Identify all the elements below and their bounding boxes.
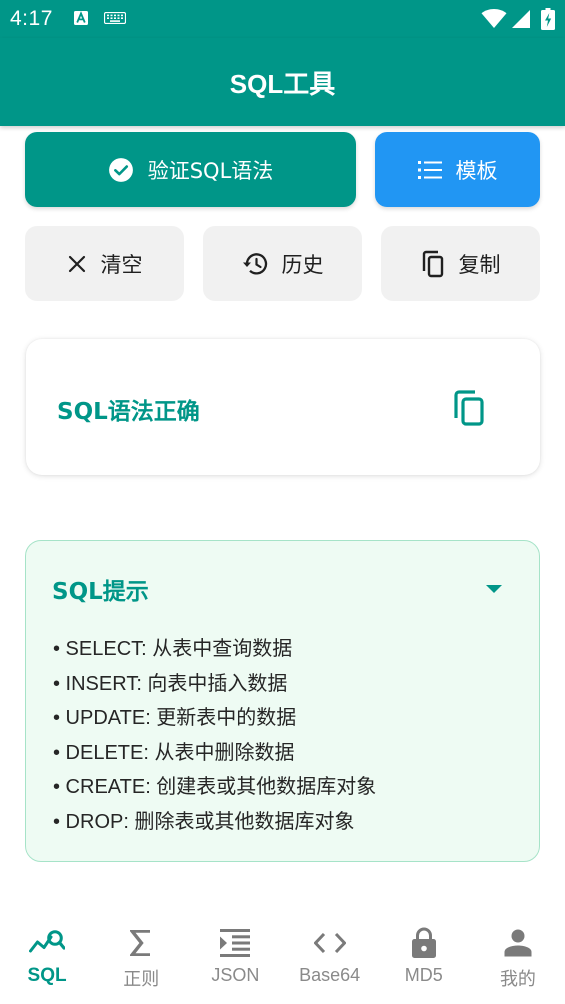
format-indent-icon [220,926,251,960]
tip-item: • DROP: 删除表或其他数据库对象 [53,810,355,833]
notification-a-icon [74,11,88,25]
app-bar: SQL工具 [0,38,565,126]
clear-label: 清空 [100,252,143,277]
copy-label: 复制 [458,252,501,277]
tip-item: • INSERT: 向表中插入数据 [53,672,288,695]
sql-tips-title: SQL提示 [52,579,149,605]
nav-item-profile[interactable]: 我的 [471,910,565,1004]
result-message: SQL语法正确 [57,399,200,425]
nav-label-base64: Base64 [299,965,361,985]
tip-item: • DELETE: 从表中删除数据 [53,741,295,764]
tip-item: • SELECT: 从表中查询数据 [53,638,293,660]
caret-down-icon[interactable] [485,579,503,598]
validate-sql-button[interactable]: 验证SQL语法 [25,132,356,207]
tip-item: • UPDATE: 更新表中的数据 [53,707,297,729]
page-title: SQL工具 [229,68,336,99]
keyboard-icon [104,12,126,24]
copy-icon [421,250,445,278]
tip-item: • CREATE: 创建表或其他数据库对象 [53,776,377,798]
nav-item-sql[interactable]: SQL [0,910,94,1004]
status-time: 4:17 [10,7,53,30]
history-button[interactable]: 历史 [203,226,362,301]
history-icon [242,252,268,276]
check-circle-icon [108,157,134,183]
sql-tips-card: SQL提示 • SELECT: 从表中查询数据 • INSERT: 向表中插入数… [25,540,540,862]
list-icon [417,159,442,181]
result-card: SQL语法正确 [26,339,540,475]
battery-charging-icon [541,8,555,30]
copy-result-icon[interactable] [452,389,486,431]
nav-label-profile: 我的 [499,969,536,989]
sigma-icon [130,926,152,960]
bottom-navigation: SQL 正则 JSON Base64 MD5 我的 [0,910,565,1004]
nav-item-md5[interactable]: MD5 [377,910,471,1004]
code-icon [313,926,346,960]
nav-label-regex: 正则 [123,969,160,989]
sql-tips-list: • SELECT: 从表中查询数据 • INSERT: 向表中插入数据 • UP… [53,632,376,839]
history-label: 历史 [281,252,324,277]
person-icon [504,926,532,960]
cell-signal-icon [512,10,530,28]
nav-item-regex[interactable]: 正则 [94,910,188,1004]
close-icon [67,254,87,274]
nav-label-md5: MD5 [404,965,443,985]
template-label: 模板 [455,158,498,183]
query-stats-icon [29,926,66,960]
wifi-icon [481,9,507,28]
template-button[interactable]: 模板 [375,132,540,207]
nav-item-base64[interactable]: Base64 [283,910,377,1004]
nav-label-json: JSON [211,965,260,985]
clear-button[interactable]: 清空 [25,226,184,301]
status-bar: 4:17 [0,0,565,38]
copy-button[interactable]: 复制 [381,226,540,301]
validate-sql-label: 验证SQL语法 [147,158,274,183]
nav-label-sql: SQL [27,965,67,986]
nav-item-json[interactable]: JSON [188,910,282,1004]
lock-icon [411,926,437,960]
